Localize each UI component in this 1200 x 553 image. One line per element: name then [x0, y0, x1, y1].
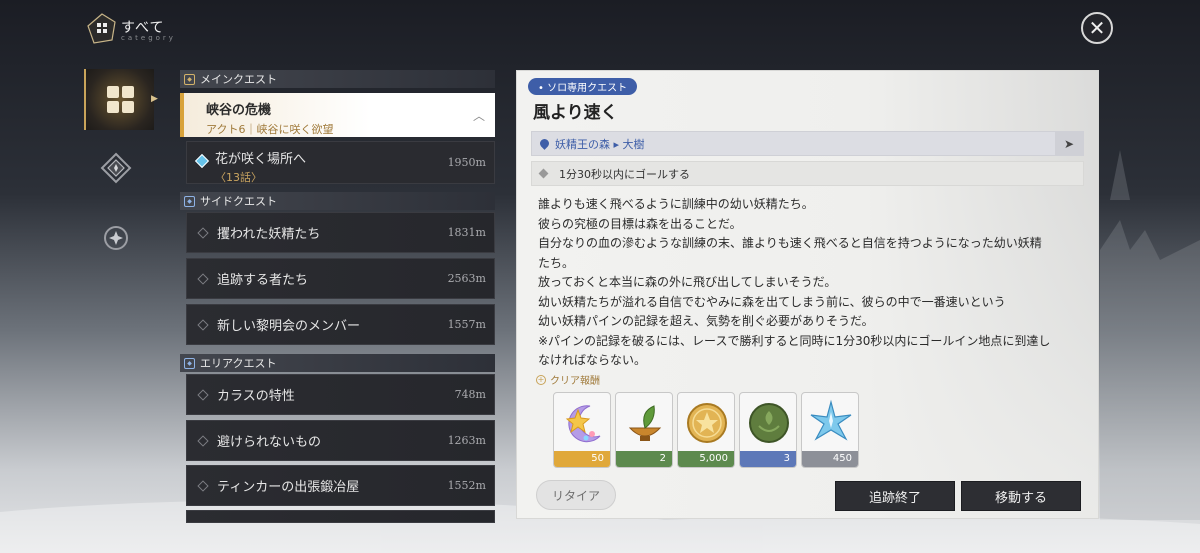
rail-tab-main[interactable]: [100, 152, 132, 184]
main-quest-subtitle: アクト6｜峡谷に咲く欲望: [206, 123, 334, 136]
quest-distance: 1557m: [447, 318, 486, 331]
solo-quest-badge: • ソロ専用クエスト: [528, 78, 638, 95]
category-emblem-icon: [84, 12, 120, 46]
sub-quest-chapter: 〈13話〉: [215, 171, 262, 184]
quest-diamond-icon: [197, 226, 209, 239]
description-line: 幼い妖精パインの記録を超え、気勢を削ぐ必要がありそうだ。: [538, 314, 874, 328]
description-line: ※パインの記録を破るには、レースで勝利すると同時に1分30秒以内にゴールイン地点…: [538, 333, 1051, 348]
quest-distance: 748m: [454, 388, 486, 401]
quest-title: 追跡する者たち: [217, 273, 309, 288]
sprout-bowl-icon: [616, 393, 672, 453]
area-quest-section-icon: ◆: [184, 357, 195, 369]
blue-crystal-star-icon: [802, 393, 858, 453]
objective-text: 1分30秒以内にゴールする: [559, 167, 690, 181]
quest-diamond-icon: [197, 434, 209, 447]
location-bar[interactable]: 妖精王の森 ▸ 大樹 ➤: [531, 131, 1084, 156]
grid-icon: [106, 86, 134, 113]
close-icon: ✕: [1088, 16, 1106, 40]
reward-count: 5,000: [678, 451, 734, 467]
rail-tab-all[interactable]: [84, 69, 154, 130]
quest-title: ティンカーの出張鍛冶屋: [217, 480, 360, 495]
side-quest-item[interactable]: 攫われた妖精たち 1831m: [186, 212, 495, 253]
moon-star-icon: [554, 393, 610, 453]
quest-distance: 2563m: [447, 272, 486, 285]
close-button[interactable]: ✕: [1081, 12, 1113, 44]
quest-distance: 1831m: [447, 226, 486, 239]
quest-diamond-icon: [197, 479, 209, 492]
main-quest-section-icon: ◆: [184, 73, 195, 85]
active-tab-indicator-icon: ▶: [151, 94, 158, 104]
reward-item[interactable]: 3: [739, 392, 797, 468]
description-line: たち。: [538, 255, 575, 270]
reward-item[interactable]: 5,000: [677, 392, 735, 468]
area-quest-item[interactable]: 避けられないもの 1263m: [186, 420, 495, 461]
move-button[interactable]: 移動する: [961, 481, 1081, 511]
plus-circle-icon: +: [536, 374, 546, 385]
quest-description: 誰よりも速く飛べるように訓練中の幼い妖精たち。 彼らの究極の目標は森を出ることだ…: [538, 195, 1078, 371]
description-line: 誰よりも速く飛べるように訓練中の幼い妖精たち。: [538, 197, 814, 211]
reward-list: 50 2 5,000 3 450: [553, 392, 859, 468]
description-line: なければならない。: [538, 353, 647, 367]
navigate-arrow-icon[interactable]: ➤: [1055, 132, 1083, 155]
section-header-main: ◆ メインクエスト: [180, 70, 495, 88]
objective-diamond-icon: [538, 168, 549, 179]
reward-count: 450: [802, 451, 858, 467]
collapse-chevron-icon[interactable]: ︿: [473, 107, 485, 124]
reward-item[interactable]: 50: [553, 392, 611, 468]
location-text: 妖精王の森 ▸ 大樹: [555, 137, 645, 151]
side-quest-item[interactable]: 追跡する者たち 2563m: [186, 258, 495, 299]
section-label-side: サイドクエスト: [200, 195, 277, 208]
quest-distance: 1263m: [447, 434, 486, 447]
sub-quest-distance: 1950m: [447, 156, 486, 169]
detail-quest-title: 風より速く: [533, 103, 618, 123]
main-quest-item[interactable]: 峡谷の危機 アクト6｜峡谷に咲く欲望 ︿: [180, 93, 495, 137]
reward-count: 3: [740, 451, 796, 467]
section-label-main: メインクエスト: [200, 73, 277, 86]
quest-diamond-icon: [197, 318, 209, 331]
compass-diamond-icon: [100, 152, 132, 184]
sub-quest-item[interactable]: 花が咲く場所へ 〈13話〉 1950m: [186, 141, 495, 184]
description-line: 自分なりの血の滲むような訓練の末、誰よりも速く飛べると自信を持つようになった幼い…: [538, 236, 1042, 250]
quest-distance: 1552m: [447, 479, 486, 492]
quest-title: 攫われた妖精たち: [217, 227, 321, 242]
list-item-partial[interactable]: [186, 510, 495, 523]
reward-label-text: クリア報酬: [550, 376, 600, 387]
quest-diamond-icon: [197, 388, 209, 401]
area-quest-item[interactable]: ティンカーの出張鍛冶屋 1552m: [186, 465, 495, 506]
rail-tab-side[interactable]: [100, 222, 132, 254]
description-line: 幼い妖精たちが溢れる自信でむやみに森を出てしまう前に、彼らの中で一番速いという: [538, 294, 1006, 309]
description-line: 彼らの究極の目標は森を出ることだ。: [538, 216, 742, 231]
tracked-gem-icon: [194, 153, 210, 169]
retire-button[interactable]: リタイア: [536, 480, 616, 510]
area-quest-item[interactable]: カラスの特性 748m: [186, 374, 495, 415]
section-header-area: ◆ エリアクエスト: [180, 354, 495, 372]
quest-title: 新しい黎明会のメンバー: [217, 319, 361, 334]
page-subtitle: category: [121, 34, 176, 42]
objective-bar: 1分30秒以内にゴールする: [531, 161, 1084, 186]
section-label-area: エリアクエスト: [200, 357, 277, 370]
reward-count: 2: [616, 451, 672, 467]
star-circle-icon: [104, 226, 128, 250]
reward-item[interactable]: 2: [615, 392, 673, 468]
green-seal-icon: [740, 393, 796, 453]
gold-coin-icon: [678, 393, 734, 453]
quest-title: カラスの特性: [217, 389, 295, 404]
main-quest-title: 峡谷の危機: [206, 103, 272, 118]
description-line: 放っておくと本当に森の外に飛び出してしまいそうだ。: [538, 275, 837, 289]
stop-tracking-button[interactable]: 追跡終了: [835, 481, 955, 511]
section-header-side: ◆ サイドクエスト: [180, 192, 495, 210]
location-pin-icon: [538, 137, 551, 150]
side-quest-section-icon: ◆: [184, 195, 195, 207]
reward-item[interactable]: 450: [801, 392, 859, 468]
quest-diamond-icon: [197, 272, 209, 285]
reward-count: 50: [554, 451, 610, 467]
reward-heading: + クリア報酬: [536, 372, 600, 387]
side-quest-item[interactable]: 新しい黎明会のメンバー 1557m: [186, 304, 495, 345]
quest-title: 避けられないもの: [217, 435, 322, 450]
